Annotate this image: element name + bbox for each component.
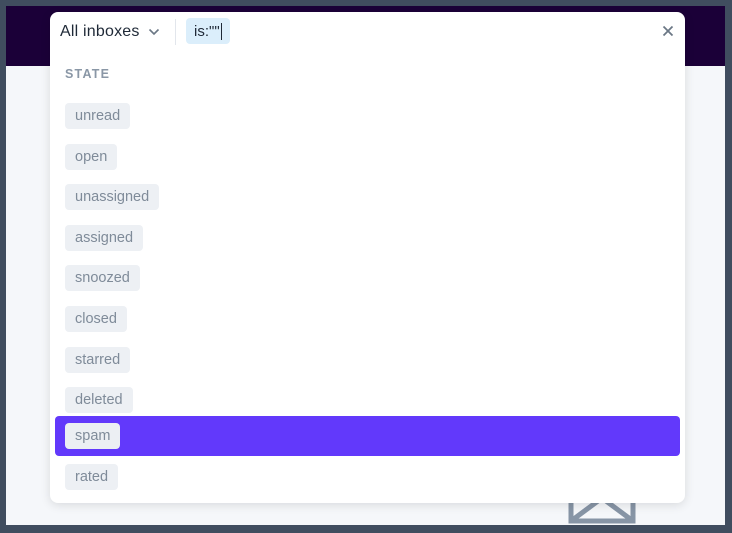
suggestion-tag: open — [65, 144, 118, 170]
search-query-text: is:"" — [194, 22, 220, 40]
section-heading-state: STATE — [65, 67, 111, 81]
suggestion-tag: closed — [65, 306, 127, 332]
close-button[interactable] — [659, 22, 677, 40]
suggestion-item-rated[interactable]: rated — [55, 457, 680, 497]
chevron-down-icon — [148, 28, 159, 36]
suggestion-item-open[interactable]: open — [55, 137, 680, 177]
suggestion-item-snoozed[interactable]: snoozed — [55, 258, 680, 298]
suggestion-item-spam[interactable]: spam — [55, 416, 680, 456]
suggestion-item-unread[interactable]: unread — [55, 96, 680, 136]
suggestion-tag: starred — [65, 347, 131, 373]
suggestion-tag: assigned — [65, 225, 144, 251]
inbox-select-label: All inboxes — [60, 23, 140, 40]
suggestion-tag: spam — [65, 423, 121, 449]
close-icon — [662, 25, 674, 37]
suggestion-item-closed[interactable]: closed — [55, 299, 680, 339]
suggestion-tag: unassigned — [65, 184, 160, 210]
search-bar: All inboxes is:"" — [50, 12, 685, 52]
inbox-select[interactable]: All inboxes — [60, 20, 160, 44]
search-input[interactable]: is:"" — [186, 18, 230, 44]
suggestion-tag: rated — [65, 464, 119, 490]
suggestion-item-deleted[interactable]: deleted — [55, 380, 680, 420]
suggestion-item-starred[interactable]: starred — [55, 340, 680, 380]
text-cursor — [220, 22, 222, 40]
suggestion-item-assigned[interactable]: assigned — [55, 218, 680, 258]
suggestion-tag: snoozed — [65, 265, 140, 291]
suggestion-tag: deleted — [65, 387, 133, 413]
search-divider — [175, 19, 176, 45]
search-popup: All inboxes is:"" STATE unread open unas… — [50, 12, 685, 503]
suggestion-tag: unread — [65, 103, 131, 129]
suggestion-item-unassigned[interactable]: unassigned — [55, 177, 680, 217]
